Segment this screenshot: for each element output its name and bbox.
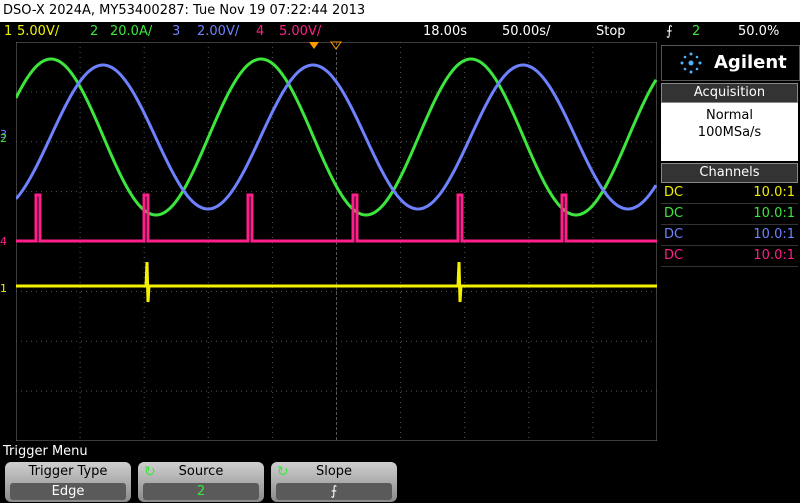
ch1-num[interactable]: 1: [4, 22, 12, 41]
acquisition-header: Acquisition: [661, 83, 798, 103]
menu-title: Trigger Menu: [3, 444, 88, 459]
channels-panel[interactable]: Channels DC 10.0:1 DC 10.0:1 DC 10.0:1 D…: [661, 163, 798, 268]
ch4-coupling: DC: [664, 248, 684, 263]
softkey-source[interactable]: ↻ Source 2: [138, 462, 264, 502]
softkey-trigger-type[interactable]: Trigger Type Edge: [5, 462, 131, 502]
status-bar: 1 5.00V/ 2 20.0A/ 3 2.00V/ 4 5.00V/ 18.0…: [0, 22, 800, 41]
trigger-level[interactable]: 50.0%: [738, 22, 779, 41]
ch2-coupling: DC: [664, 206, 684, 221]
trigger-time-marker-icon: [309, 42, 319, 49]
brand-logo: Agilent: [661, 45, 800, 81]
softkey-source-value: 2: [143, 483, 259, 500]
title-bar: DSO-X 2024A, MY53400287: Tue Nov 19 07:2…: [0, 0, 800, 22]
softkey-trigger-type-value: Edge: [10, 483, 126, 500]
softkey-source-label: Source: [178, 464, 224, 479]
trigger-position-markers: [309, 41, 342, 50]
softkey-slope-label: Slope: [315, 464, 353, 479]
ch2-probe: 10.0:1: [753, 206, 795, 221]
channel-row-3[interactable]: DC 10.0:1: [661, 225, 798, 246]
delay-value[interactable]: 18.00s: [423, 22, 467, 41]
brand-name: Agilent: [714, 52, 787, 73]
ch1-scale[interactable]: 5.00V/: [17, 22, 59, 41]
ch2-ground-marker: 2: [0, 132, 7, 145]
channel-row-2[interactable]: DC 10.0:1: [661, 204, 798, 225]
channel-row-1[interactable]: DC 10.0:1: [661, 183, 798, 204]
ch1-coupling: DC: [664, 185, 684, 200]
ch4-ground-marker: 4: [0, 235, 7, 248]
softkey-slope[interactable]: ↻ Slope ⨍: [271, 462, 397, 502]
ch3-num[interactable]: 3: [172, 22, 180, 41]
spark-logo-icon: [680, 52, 702, 74]
ch3-probe: 10.0:1: [753, 227, 795, 242]
waveform-display[interactable]: [16, 42, 657, 441]
timebase-value[interactable]: 50.00s/: [502, 22, 550, 41]
ch2-scale[interactable]: 20.0A/: [110, 22, 152, 41]
softkey-trigger-type-label: Trigger Type: [28, 464, 108, 479]
ch4-num[interactable]: 4: [256, 22, 264, 41]
channels-header: Channels: [661, 163, 798, 183]
ch4-probe: 10.0:1: [753, 248, 795, 263]
title-text: DSO-X 2024A, MY53400287: Tue Nov 19 07:2…: [3, 3, 366, 18]
ch1-probe: 10.0:1: [753, 185, 795, 200]
delay-marker-icon: [330, 41, 342, 50]
run-state[interactable]: Stop: [596, 22, 626, 41]
trigger-slope-icon: ⨍: [666, 24, 673, 39]
ch2-num[interactable]: 2: [90, 22, 98, 41]
ch3-coupling: DC: [664, 227, 684, 242]
channel-markers: 3 2 4 1: [0, 128, 7, 295]
sample-rate: 100MSa/s: [697, 125, 762, 140]
ch3-scale[interactable]: 2.00V/: [197, 22, 239, 41]
softkey-slope-value: ⨍: [276, 483, 392, 500]
acquisition-mode: Normal: [705, 108, 754, 123]
channel-row-4[interactable]: DC 10.0:1: [661, 246, 798, 267]
acquisition-panel[interactable]: Acquisition Normal 100MSa/s: [661, 83, 798, 161]
ch1-ground-marker: 1: [0, 282, 7, 295]
trigger-source[interactable]: 2: [692, 22, 700, 41]
ch4-scale[interactable]: 5.00V/: [279, 22, 321, 41]
